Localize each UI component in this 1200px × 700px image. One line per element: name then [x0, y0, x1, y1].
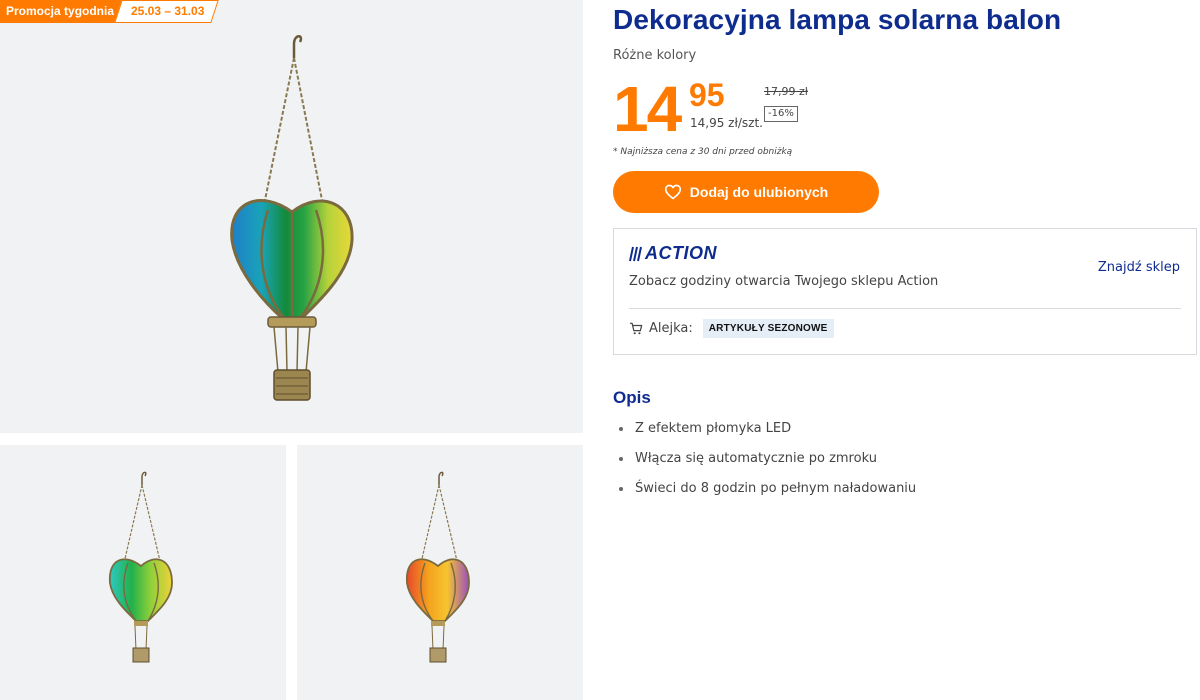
old-price: 17,99 zł [764, 85, 808, 98]
promo-banner: Promocja tygodnia 25.03 – 31.03 [0, 0, 220, 23]
price-block: 14 95 14,95 zł/szt. 17,99 zł -16% [613, 77, 1200, 145]
add-to-favorites-label: Dodaj do ulubionych [689, 184, 829, 200]
promo-dates-text: 25.03 – 31.03 [131, 4, 205, 18]
description-list: Z efektem płomyka LED Włącza się automat… [613, 414, 1200, 504]
heart-icon [664, 184, 681, 200]
price-integer: 14 [613, 73, 682, 145]
description-item: Włącza się automatycznie po zmroku [613, 444, 1200, 474]
discount-badge: -16% [764, 106, 798, 122]
lowest-price-note: * Najniższa cena z 30 dni przed obniżką [613, 147, 793, 157]
add-to-favorites-button[interactable]: Dodaj do ulubionych [613, 171, 879, 213]
product-subtitle: Różne kolory [613, 48, 697, 63]
action-logo-text: ACTION [645, 243, 717, 263]
aisle-row: Alejka: ARTYKUŁY SEZONOWE [629, 319, 834, 338]
store-divider [629, 308, 1181, 309]
balloon-lamp-thumbnail-2 [406, 471, 470, 663]
balloon-lamp-thumbnail-1 [109, 471, 173, 663]
action-logo: ACTION [629, 243, 717, 264]
store-box: ACTION Zobacz godziny otwarcia Twojego s… [613, 228, 1197, 355]
thumbnail-1[interactable] [0, 445, 286, 700]
promo-label: Promocja tygodnia [0, 0, 125, 23]
balloon-lamp-illustration [230, 35, 354, 401]
product-title: Dekoracyjna lampa solarna balon [613, 4, 1062, 35]
thumbnail-2[interactable] [297, 445, 583, 700]
store-hours-text: Zobacz godziny otwarcia Twojego sklepu A… [629, 274, 939, 289]
aisle-badge: ARTYKUŁY SEZONOWE [702, 319, 834, 338]
promo-dates: 25.03 – 31.03 [114, 0, 220, 23]
aisle-label: Alejka: [649, 321, 693, 336]
description-title: Opis [613, 388, 651, 407]
action-logo-bars [629, 246, 642, 261]
price-decimals: 95 [689, 77, 725, 113]
find-store-link[interactable]: Znajdź sklep [1098, 260, 1180, 275]
product-info: Dekoracyjna lampa solarna balon Różne ko… [613, 0, 1200, 504]
main-product-image[interactable]: Promocja tygodnia 25.03 – 31.03 [0, 0, 583, 433]
description-item: Świeci do 8 godzin po pełnym naładowaniu [613, 474, 1200, 504]
price-per-unit: 14,95 zł/szt. [690, 116, 763, 130]
description-item: Z efektem płomyka LED [613, 414, 1200, 444]
cart-icon [629, 322, 643, 335]
product-page: Promocja tygodnia 25.03 – 31.03 Dekoracy… [0, 0, 1200, 700]
